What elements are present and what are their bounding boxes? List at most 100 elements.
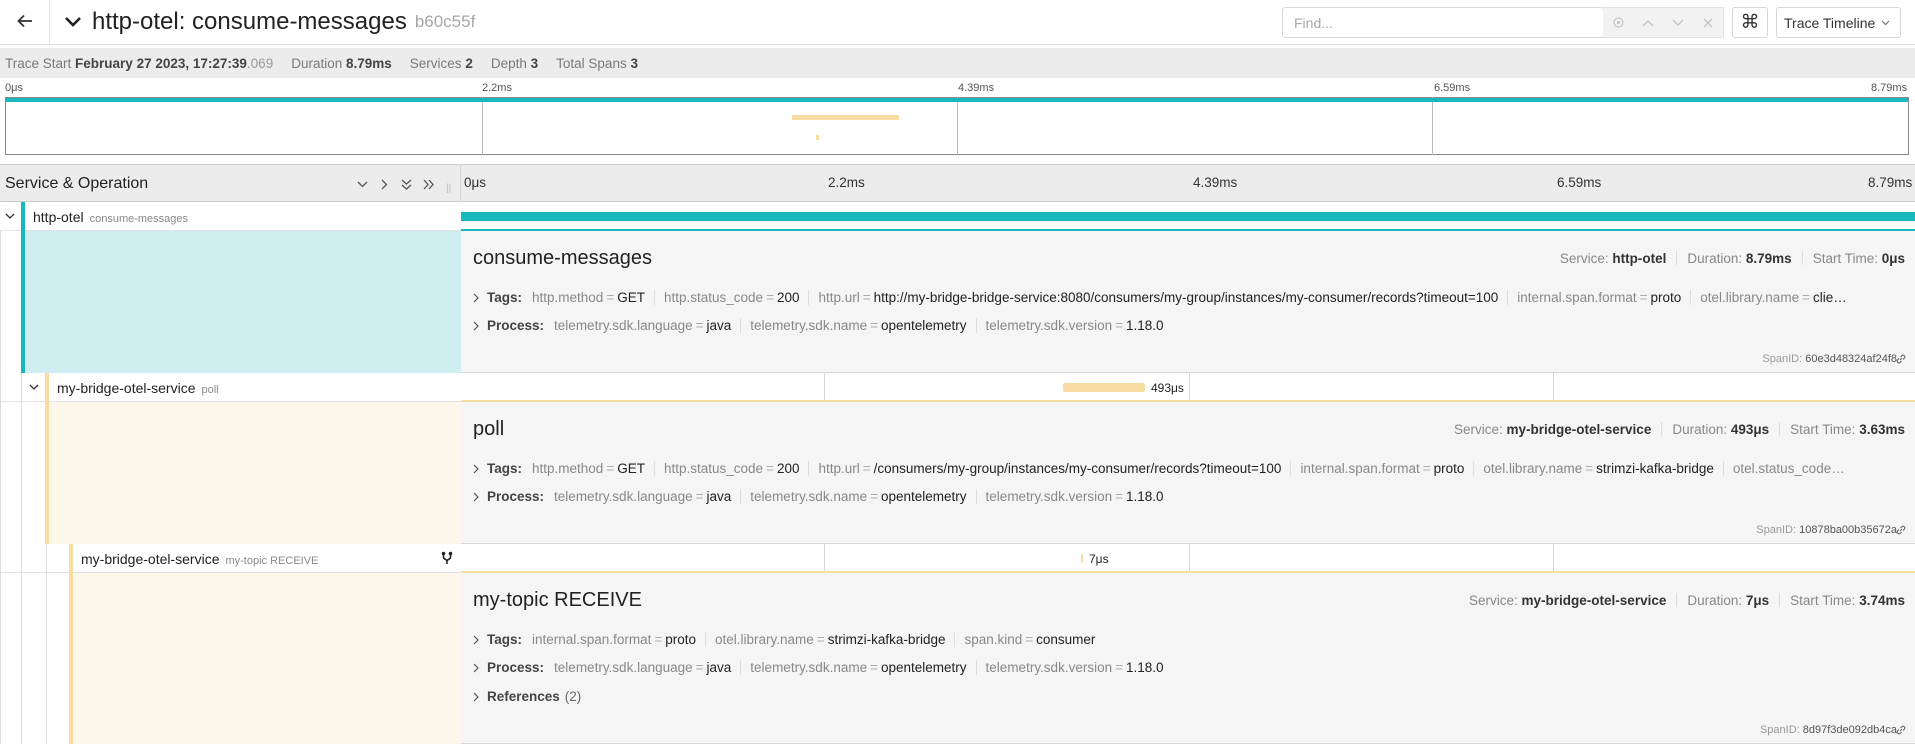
process-row[interactable]: Process: telemetry.sdk.language = java tel… — [473, 318, 1182, 333]
link-icon[interactable] — [1895, 724, 1907, 736]
column-resizer[interactable]: || — [446, 183, 451, 194]
span-name-cell[interactable]: http-otel consume-messages — [0, 202, 461, 231]
span-detail-panel: my-topic RECEIVE Service: my-bridge-otel… — [461, 571, 1915, 744]
duration-meta-value: 8.79ms — [1745, 251, 1792, 266]
minimap-tick: 0μs — [5, 82, 23, 94]
timeline-tick: 8.79ms — [1868, 175, 1913, 190]
total-spans: Total Spans 3 — [556, 56, 638, 71]
tags-label: Tags: — [487, 632, 523, 647]
minimap-span-bar — [792, 115, 899, 120]
span-timeline-cell[interactable] — [461, 202, 1915, 231]
detail-meta: Service: http-otel Duration: 8.79ms Start … — [1560, 251, 1905, 266]
references-row[interactable]: References (2) — [473, 689, 581, 704]
expand-one-icon[interactable] — [375, 176, 393, 192]
chevron-right-icon — [473, 692, 479, 702]
duration-meta-value: 7μs — [1745, 593, 1770, 608]
expand-all-icon[interactable] — [397, 176, 415, 192]
grid-line — [1553, 544, 1554, 573]
service-meta-value: my-bridge-otel-service — [1521, 593, 1667, 608]
tags-row[interactable]: Tags: http.method = GET http.status_code = 2… — [473, 290, 1903, 305]
tag-item: http.status_code = 200 — [664, 290, 810, 305]
span-tree-gutter — [0, 231, 461, 373]
span-id-label: SpanID: — [1759, 724, 1800, 736]
process-row[interactable]: Process: telemetry.sdk.language = java tel… — [473, 489, 1182, 504]
chevron-right-icon — [473, 321, 479, 331]
references-icon[interactable] — [441, 551, 453, 568]
tags-row[interactable]: Tags: http.method = GET http.status_code = 2… — [473, 461, 1903, 476]
tag-value: strimzi-kafka-bridge — [827, 632, 946, 647]
start-meta-value: 0μs — [1881, 251, 1905, 266]
duration-meta-value: 493μs — [1730, 422, 1770, 437]
depth-label: Depth — [490, 55, 527, 71]
process-item: telemetry.sdk.language = java — [554, 489, 742, 504]
process-row[interactable]: Process: telemetry.sdk.language = java tel… — [473, 660, 1182, 675]
tree-line — [0, 402, 1, 544]
minimap-tick: 2.2ms — [482, 82, 512, 94]
tag-value: proto — [665, 632, 696, 647]
total-spans-value: 3 — [630, 55, 638, 71]
span-bar[interactable] — [1063, 383, 1145, 392]
tag-key: otel.status_code… — [1732, 461, 1845, 476]
depth-value: 3 — [530, 55, 539, 71]
tag-item: internal.span.format = proto — [1300, 461, 1475, 476]
span-id-value: 10878ba00b35672a — [1799, 524, 1897, 536]
chevron-down-icon[interactable] — [1663, 8, 1693, 37]
operation-label: poll — [201, 384, 219, 396]
span-bar[interactable] — [461, 212, 1915, 221]
tags-row[interactable]: Tags: internal.span.format = proto otel.li… — [473, 632, 1113, 647]
process-item: telemetry.sdk.language = java — [554, 660, 742, 675]
tag-key: http.url — [818, 290, 860, 305]
process-item: telemetry.sdk.version = 1.18.0 — [985, 489, 1164, 504]
span-id-value: 60e3d48324af24f8 — [1805, 353, 1897, 365]
service-operation-title: Service & Operation — [5, 175, 149, 192]
minimap-divider — [482, 97, 483, 155]
span-row[interactable]: http-otel consume-messages — [0, 202, 1915, 231]
collapse-all-icon[interactable] — [419, 176, 437, 192]
view-select[interactable]: Trace Timeline — [1776, 7, 1901, 38]
trace-title: http-otel: consume-messages — [92, 8, 407, 35]
link-icon[interactable] — [1895, 524, 1907, 536]
locate-icon[interactable] — [1603, 8, 1633, 37]
span-row[interactable]: my-bridge-otel-service poll 493μs — [0, 373, 1915, 402]
span-row[interactable]: my-bridge-otel-service my-topic RECEIVE 7… — [0, 544, 1915, 573]
chevron-down-icon[interactable] — [3, 209, 17, 223]
process-value: 1.18.0 — [1125, 318, 1164, 333]
minimap-divider — [1432, 97, 1433, 155]
tag-value: proto — [1650, 290, 1682, 305]
process-value: java — [706, 660, 732, 675]
service-meta-label: Service: — [1469, 593, 1518, 608]
find-input[interactable] — [1283, 8, 1605, 37]
tag-item: otel.library.name = strimzi-kafka-bridge — [1483, 461, 1724, 476]
span-name-cell[interactable]: my-bridge-otel-service poll — [0, 373, 461, 402]
span-id: SpanID: 10878ba00b35672a — [1756, 524, 1897, 536]
link-icon[interactable] — [1895, 353, 1907, 365]
span-duration-label: 493μs — [1151, 381, 1184, 395]
keyboard-shortcuts-button[interactable]: ⌘ — [1732, 7, 1768, 38]
service-label: my-bridge-otel-service — [81, 551, 220, 567]
process-item: telemetry.sdk.name = opentelemetry — [750, 660, 977, 675]
span-name-cell[interactable]: my-bridge-otel-service my-topic RECEIVE — [0, 544, 461, 573]
tag-value: 200 — [776, 461, 800, 476]
trace-title-toggle[interactable]: http-otel: consume-messages b60c55f — [62, 8, 475, 36]
collapse-one-icon[interactable] — [353, 176, 371, 192]
span-timeline-cell[interactable]: 7μs — [461, 544, 1915, 573]
start-meta-value: 3.63ms — [1859, 422, 1905, 437]
chevron-up-icon[interactable] — [1633, 8, 1663, 37]
close-icon[interactable] — [1693, 8, 1723, 37]
timeline-tick: 0μs — [464, 175, 487, 190]
detail-meta: Service: my-bridge-otel-service Duration:… — [1469, 593, 1905, 608]
chevron-down-icon[interactable] — [27, 380, 41, 394]
service-color-bar — [21, 202, 25, 231]
service-meta-label: Service: — [1453, 422, 1503, 437]
duration-label: Duration — [291, 55, 343, 71]
service-meta-value: http-otel — [1612, 251, 1667, 266]
timeline-tick: 4.39ms — [1193, 175, 1238, 190]
span-timeline-cell[interactable]: 493μs — [461, 373, 1915, 402]
process-item: telemetry.sdk.name = opentelemetry — [750, 318, 977, 333]
tag-value: http://my-bridge-bridge-service:8080/con… — [873, 290, 1499, 305]
back-button[interactable] — [0, 0, 50, 45]
trace-start: Trace Start February 27 2023, 17:27:39.0… — [5, 56, 273, 71]
span-bar[interactable] — [1081, 554, 1083, 563]
chevron-right-icon — [473, 492, 479, 502]
trace-summary: Trace Start February 27 2023, 17:27:39.0… — [0, 48, 1915, 78]
